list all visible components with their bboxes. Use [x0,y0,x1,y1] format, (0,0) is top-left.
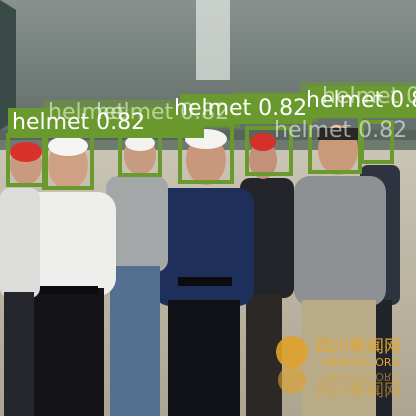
bright-gap [196,0,230,80]
newssc-watermark: 四川新闻网 NEWSSC.ORG NEWSSC.ORG 四川新闻网 [270,330,416,401]
svg-text:NEWSSC.ORG: NEWSSC.ORG [324,356,400,369]
detection-label: helmet 0.82 [174,96,308,121]
detection-label: helmet 0.82 [306,88,416,113]
detection-label: helmet 0.82 [12,110,146,135]
svg-text:四川新闻网: 四川新闻网 [316,337,401,357]
photo-stage: helmet helmet 0.82 helmet 0.82 helmet 0 … [0,0,416,416]
svg-text:四川新闻网: 四川新闻网 [316,381,401,400]
newssc-logo-icon: 四川新闻网 NEWSSC.ORG NEWSSC.ORG 四川新闻网 [276,336,401,401]
